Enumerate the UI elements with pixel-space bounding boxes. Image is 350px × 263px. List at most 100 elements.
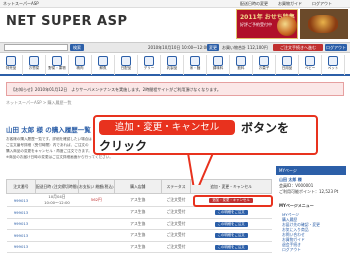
category-nav: 特売品 お惣菜 野菜・果物 精肉 鮮魚 日配品 デリー 乳製品 米・麺 調味料 …: [0, 54, 350, 76]
category-item[interactable]: デリー: [138, 55, 161, 75]
sidebar-points: ご利用可能ポイント：12,523 Pt: [279, 189, 339, 194]
action-cell: この明細をご注文: [190, 229, 272, 242]
reorder-button[interactable]: この明細をご注文: [214, 233, 248, 239]
order-amount: [78, 229, 115, 242]
store-name: アス生協: [114, 229, 162, 242]
order-history-table: 注文番号 配送日時 (注文締切時間) お支払い 総額(税込) 購入店舗 ステータ…: [6, 179, 272, 253]
banner-subtitle: 好評ご予約受付中: [240, 22, 272, 27]
delivery-change-link[interactable]: 配送日時の変更: [240, 1, 268, 7]
search-input[interactable]: [4, 44, 68, 51]
delivery-date: 10月04日 10:00～12:00: [35, 193, 79, 207]
order-number[interactable]: 999013: [6, 240, 36, 253]
logout-link[interactable]: ログアウト: [312, 1, 332, 7]
delivery-date: [35, 206, 79, 219]
callout-text-2: クリック: [99, 139, 148, 153]
order-number[interactable]: 999013: [6, 206, 36, 219]
category-icon: [213, 56, 223, 66]
category-icon: [121, 56, 131, 66]
store-name: アス生協: [114, 206, 162, 219]
page-title: 山田 太郎 様 の購入履歴一覧: [6, 126, 91, 134]
category-item[interactable]: 日用品: [276, 55, 299, 75]
category-item[interactable]: 米・麺: [184, 55, 207, 75]
action-cell: この明細をご注文: [190, 206, 272, 219]
order-amount: [78, 206, 115, 219]
reorder-button[interactable]: この明細をご注文: [214, 221, 248, 227]
store-name: アス生協: [114, 217, 162, 230]
logout-button[interactable]: ログアウト: [325, 44, 347, 51]
category-icon: [98, 56, 108, 66]
category-item[interactable]: 野菜・果物: [46, 55, 69, 75]
checkout-button[interactable]: ご注文手続きへ進む: [273, 44, 323, 51]
food-banner[interactable]: [300, 9, 348, 39]
order-status: ご注文受付: [161, 217, 191, 230]
site-logo[interactable]: NET SUPER ASP: [6, 14, 127, 29]
guide-link[interactable]: お買物ガイド: [278, 1, 302, 7]
category-icon: [259, 56, 269, 66]
order-status: ご注文受付: [161, 229, 191, 242]
button-highlight-ring: [193, 195, 273, 207]
table-row: 999013 アス生協 ご注文受付 この明細をご注文: [6, 217, 272, 230]
action-cell: この明細をご注文: [190, 240, 272, 253]
category-icon: [236, 56, 246, 66]
category-item[interactable]: 特売品: [0, 55, 23, 75]
category-item[interactable]: 鮮魚: [92, 55, 115, 75]
category-icon: [305, 56, 315, 66]
category-icon: [6, 56, 16, 66]
category-icon: [282, 56, 292, 66]
category-item[interactable]: お惣菜: [23, 55, 46, 75]
order-amount: [78, 217, 115, 230]
top-utility-bar: ネットスーパーASP 配送日時の変更 お買物ガイド ログアウト: [0, 0, 350, 8]
store-name: アス生協: [114, 193, 162, 207]
order-status: ご注文受付: [161, 193, 191, 207]
osechi-banner[interactable]: 2011年 おせち特集 好評ご予約受付中: [236, 9, 298, 39]
category-item[interactable]: 飲料: [230, 55, 253, 75]
order-number[interactable]: 999013: [6, 193, 36, 207]
col-order-number: 注文番号: [6, 179, 36, 194]
order-number[interactable]: 999013: [6, 229, 36, 242]
category-item[interactable]: ベビー: [299, 55, 322, 75]
delivery-datetime: 2010年10月10日 10:00～12:00: [148, 45, 209, 50]
order-number[interactable]: 999013: [6, 217, 36, 230]
delivery-date: [35, 229, 79, 242]
osechi-dish-image: [277, 16, 297, 36]
sidebar-menu-header: MYページメニュー: [279, 203, 314, 208]
delivery-date: [35, 240, 79, 253]
delivery-time: 10:00～12:00: [44, 200, 70, 205]
reorder-button[interactable]: この明細をご注文: [214, 244, 248, 250]
table-row: 999013 アス生協 ご注文受付 この明細をご注文: [6, 229, 272, 242]
breadcrumb[interactable]: ネットスーパーASP > 購入履歴一覧: [6, 100, 72, 106]
category-item[interactable]: 日配品: [115, 55, 138, 75]
col-delivery-date: 配送日時 (注文締切時間): [34, 179, 80, 194]
category-icon: [29, 56, 39, 66]
maintenance-notice: 【お知らせ】2010年01月12日 よりサーバメンテナンスを実施します。2時間程…: [6, 82, 344, 96]
sidebar-link-logout[interactable]: ログアウト: [282, 247, 301, 253]
order-status: ご注文受付: [161, 240, 191, 253]
search-button[interactable]: 検索: [70, 44, 84, 51]
category-icon: [190, 56, 200, 66]
order-status: ご注文受付: [161, 206, 191, 219]
cart-total: お買い物合計 112,100円: [222, 45, 268, 50]
order-amount: [78, 240, 115, 253]
reorder-button[interactable]: この明細をご注文: [214, 210, 248, 216]
category-item[interactable]: 調味料: [207, 55, 230, 75]
notice-text: 【お知らせ】2010年01月12日 よりサーバメンテナンスを実施します。2時間程…: [11, 87, 221, 92]
instruction-callout: 追加・変更・キャンセル ボタンを クリック: [93, 115, 318, 185]
site-name-small: ネットスーパーASP: [3, 1, 39, 6]
table-row: 999013 アス生協 ご注文受付 この明細をご注文: [6, 206, 272, 219]
action-cell: この明細をご注文: [190, 217, 272, 230]
category-icon: [328, 56, 338, 66]
category-icon: [144, 56, 154, 66]
category-item[interactable]: ペット: [322, 55, 345, 75]
delivery-date: [35, 217, 79, 230]
category-item[interactable]: お菓子: [253, 55, 276, 75]
category-item[interactable]: 乳製品: [161, 55, 184, 75]
change-delivery-button[interactable]: 変更: [207, 44, 219, 51]
food-image: [308, 15, 338, 33]
callout-button-label: 追加・変更・キャンセル: [99, 120, 235, 135]
category-icon: [52, 56, 62, 66]
category-icon: [167, 56, 177, 66]
category-item[interactable]: 精肉: [69, 55, 92, 75]
delivery-day: 10月04日: [48, 194, 66, 200]
category-icon: [75, 56, 85, 66]
callout-text-1: ボタンを: [241, 121, 290, 135]
